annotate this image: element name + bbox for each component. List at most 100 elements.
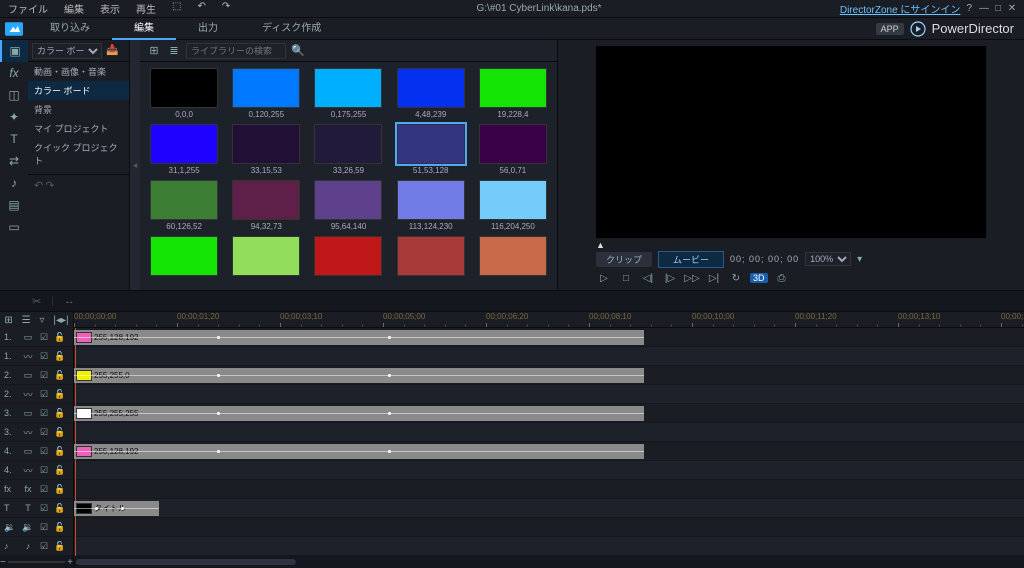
snapshot-icon[interactable]: ⎙ [774, 270, 790, 286]
color-swatch[interactable] [150, 68, 218, 108]
track-visibility-icon[interactable]: ☑ [38, 503, 50, 514]
track-lock-icon[interactable]: 🔓 [54, 389, 66, 400]
menu-play[interactable]: 再生 [128, 1, 164, 16]
track-lock-icon[interactable]: 🔓 [54, 427, 66, 438]
fast-fwd-icon[interactable]: ▷▷ [684, 270, 700, 286]
track-lock-icon[interactable]: 🔓 [54, 541, 66, 552]
track-header[interactable]: fxfx☑🔓 [0, 480, 74, 498]
track-lock-icon[interactable]: 🔓 [54, 522, 66, 533]
color-swatch[interactable] [232, 180, 300, 220]
track-visibility-icon[interactable]: ☑ [38, 332, 50, 343]
color-swatch[interactable] [479, 124, 547, 164]
track-lock-icon[interactable]: 🔓 [54, 484, 66, 495]
tab-edit[interactable]: 編集 [112, 18, 176, 40]
zoom-in-icon[interactable]: + [67, 557, 73, 568]
track-lane[interactable] [74, 461, 1024, 479]
zoom-slider[interactable] [8, 561, 65, 563]
color-swatch[interactable] [479, 236, 547, 276]
track-visibility-icon[interactable]: ☑ [38, 351, 50, 362]
track-lock-icon[interactable]: 🔓 [54, 465, 66, 476]
color-swatch[interactable] [397, 68, 465, 108]
track-header[interactable]: 3.▭☑🔓 [0, 404, 74, 422]
cut-icon[interactable]: ✂ [32, 295, 41, 308]
tool-particle-icon[interactable]: ✦ [0, 106, 28, 128]
color-swatch[interactable] [397, 180, 465, 220]
zoom-out-icon[interactable]: − [0, 557, 6, 568]
timeline-clip[interactable]: 255,128,192 [74, 444, 644, 459]
tool-chapter-icon[interactable]: ▤ [0, 194, 28, 216]
color-swatch[interactable] [150, 124, 218, 164]
track-header[interactable]: 4.〰☑🔓 [0, 461, 74, 479]
track-header[interactable]: 1.▭☑🔓 [0, 328, 74, 346]
track-lane[interactable] [74, 537, 1024, 555]
tool-media-icon[interactable]: ▣ [0, 40, 28, 62]
track-header[interactable]: 1.〰☑🔓 [0, 347, 74, 365]
track-header[interactable]: 2.〰☑🔓 [0, 385, 74, 403]
track-header[interactable]: 4.▭☑🔓 [0, 442, 74, 460]
track-visibility-icon[interactable]: ☑ [38, 446, 50, 457]
tool-transition-icon[interactable]: ⇄ [0, 150, 28, 172]
color-swatch[interactable] [397, 124, 465, 164]
goto-end-icon[interactable]: ▷| [706, 270, 722, 286]
tool-title-icon[interactable]: T [0, 128, 28, 150]
track-lock-icon[interactable]: 🔓 [54, 370, 66, 381]
track-lane[interactable]: 255,255,0 [74, 366, 1024, 384]
track-visibility-icon[interactable]: ☑ [38, 484, 50, 495]
color-swatch[interactable] [397, 236, 465, 276]
ruler-movie-icon[interactable]: ⊞ [4, 315, 12, 326]
track-header[interactable]: TT☑🔓 [0, 499, 74, 517]
menu-edit[interactable]: 編集 [56, 1, 92, 16]
mode-clip[interactable]: クリップ [596, 252, 652, 267]
color-swatch[interactable] [314, 68, 382, 108]
tab-disc[interactable]: ディスク作成 [240, 18, 343, 40]
track-lane[interactable] [74, 518, 1024, 536]
horizontal-scrollbar[interactable] [76, 559, 296, 565]
grid-view-icon[interactable]: ⊞ [146, 44, 162, 57]
search-input[interactable] [186, 43, 286, 59]
sidebar-cat[interactable]: 動画・画像・音楽 [28, 62, 129, 81]
menu-extra1[interactable]: ⬚ [164, 1, 189, 16]
color-swatch[interactable] [314, 180, 382, 220]
stop-icon[interactable]: □ [618, 270, 634, 286]
volume-marker-icon[interactable]: ▲ [566, 240, 1016, 250]
timeline-clip[interactable]: 255,255,0 [74, 368, 644, 383]
track-lane[interactable]: 255,128,192 [74, 442, 1024, 460]
collapse-sidebar-icon[interactable]: ◂ [130, 40, 140, 290]
help-icon[interactable]: ? [966, 3, 972, 14]
timeline-clip[interactable]: 255,128,192 [74, 330, 644, 345]
tab-output[interactable]: 出力 [176, 18, 240, 40]
3d-button[interactable]: 3D [750, 273, 768, 283]
ruler-goto-icon[interactable]: |◂▸| [53, 315, 68, 326]
track-header[interactable]: 2.▭☑🔓 [0, 366, 74, 384]
ruler-marker-icon[interactable]: ▿ [39, 315, 44, 326]
color-swatch[interactable] [150, 180, 218, 220]
timeline-clip[interactable]: タイトル [74, 501, 159, 516]
play-icon[interactable]: ▷ [596, 270, 612, 286]
tool-subtitle-icon[interactable]: ▭ [0, 216, 28, 238]
loop-icon[interactable]: ↻ [728, 270, 744, 286]
clip-envelope[interactable] [74, 337, 644, 338]
app-button[interactable]: APP [876, 23, 904, 35]
menu-extra2[interactable]: ↶ [189, 1, 213, 16]
track-lock-icon[interactable]: 🔓 [54, 503, 66, 514]
track-lane[interactable] [74, 347, 1024, 365]
menu-view[interactable]: 表示 [92, 1, 128, 16]
track-lane[interactable] [74, 423, 1024, 441]
clip-envelope[interactable] [74, 413, 644, 414]
search-icon[interactable]: 🔍 [290, 44, 306, 57]
tool-fx-icon[interactable]: fx [0, 62, 28, 84]
color-swatch[interactable] [150, 236, 218, 276]
track-visibility-icon[interactable]: ☑ [38, 522, 50, 533]
track-lock-icon[interactable]: 🔓 [54, 446, 66, 457]
color-swatch[interactable] [232, 236, 300, 276]
track-lane[interactable]: 255,255,255 [74, 404, 1024, 422]
mode-movie[interactable]: ムービー [658, 251, 724, 268]
category-dropdown[interactable]: カラー ボード [32, 43, 102, 59]
track-visibility-icon[interactable]: ☑ [38, 370, 50, 381]
color-swatch[interactable] [232, 68, 300, 108]
zoom-select[interactable]: 100% [805, 252, 851, 266]
close-icon[interactable]: ✕ [1006, 3, 1018, 14]
sidebar-cat[interactable]: 背景 [28, 100, 129, 119]
track-visibility-icon[interactable]: ☑ [38, 408, 50, 419]
list-view-icon[interactable]: ≣ [166, 44, 182, 57]
